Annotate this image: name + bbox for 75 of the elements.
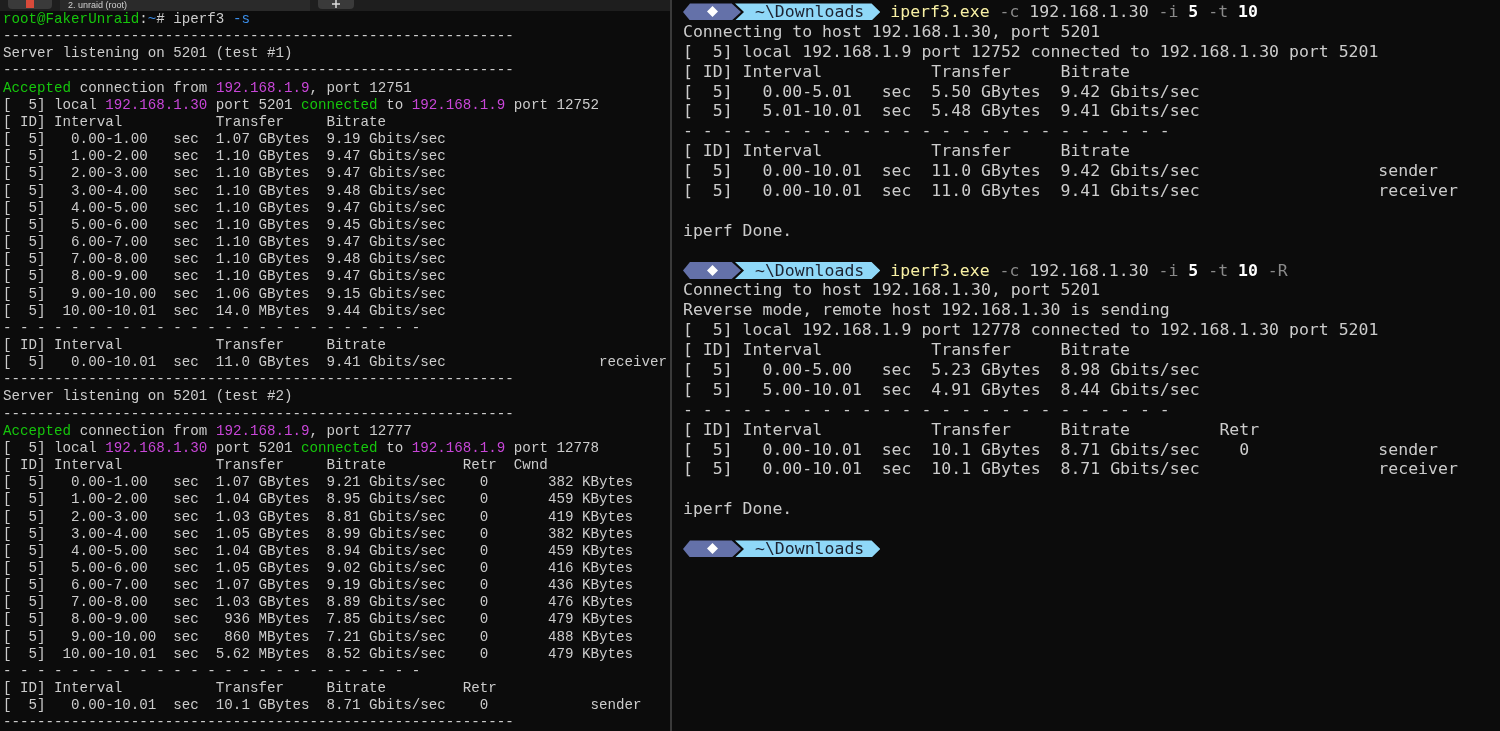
terminal-line: Accepted connection from 192.168.1.9, port 12751 — [3, 79, 413, 97]
terminal-line: root@FakerUnraid:~# iperf3 -s — [3, 11, 251, 29]
command-text: iperf3.exe -c 192.168.1.30 -i 5 -t 10 — [890, 2, 1258, 22]
plus-icon — [332, 0, 340, 8]
terminal-line: [ 5] 1.00-2.00 sec 1.04 GBytes 8.95 Gbits/sec 0 459 KBytes — [3, 491, 635, 509]
diamond-icon — [706, 543, 718, 555]
terminal-line: ------------------------------------------------------------ — [3, 62, 515, 80]
terminal-line: Connecting to host 192.168.1.30, port 5201 — [683, 280, 1102, 301]
terminal-line: [ ID] Interval Transfer Bitrate Retr — [3, 680, 498, 698]
terminal-line: [ 5] 0.00-1.00 sec 1.07 GBytes 9.21 Gbits/sec 0 382 KBytes — [3, 474, 635, 492]
terminal-line: [ 5] 1.00-2.00 sec 1.10 GBytes 9.47 Gbits/sec — [3, 148, 447, 166]
terminal-line: [ 5] local 192.168.1.30 port 5201 connected to 192.168.1.9 port 12752 — [3, 96, 600, 114]
terminal-line: [ 5] 0.00-1.00 sec 1.07 GBytes 9.19 Gbits/sec — [3, 131, 447, 149]
terminal-line: [ 5] 3.00-4.00 sec 1.05 GBytes 8.99 Gbits/sec 0 382 KBytes — [3, 525, 635, 543]
terminal-line: [ 5] 3.00-4.00 sec 1.10 GBytes 9.48 Gbits/sec — [3, 182, 447, 200]
terminal-line: [ 5] 6.00-7.00 sec 1.10 GBytes 9.47 Gbits/sec — [3, 234, 447, 252]
terminal-line: - - - - - - - - - - - - - - - - - - - - - - - - - — [3, 319, 422, 337]
terminal-line: [ ID] Interval Transfer Bitrate — [683, 340, 1132, 361]
terminal-line: [ 5] 5.00-6.00 sec 1.10 GBytes 9.45 Gbits/sec — [3, 216, 447, 235]
terminal-line: [ 5] 6.00-7.00 sec 1.07 GBytes 9.19 Gbits/sec 0 436 KBytes — [3, 577, 635, 595]
terminal-line: [ 5] 10.00-10.01 sec 14.0 MBytes 9.44 Gbits/sec — [3, 302, 447, 320]
terminal-line: [ 5] 8.00-9.00 sec 1.10 GBytes 9.47 Gbits/sec — [3, 268, 447, 286]
terminal-line: [ 5] 0.00-5.01 sec 5.50 GBytes 9.42 Gbits/sec — [683, 81, 1201, 102]
terminal-line: [ 5] 2.00-3.00 sec 1.03 GBytes 8.81 Gbits/sec 0 419 KBytes — [3, 508, 635, 526]
terminal-line: [ 5] local 192.168.1.9 port 12778 connected to 192.168.1.30 port 5201 — [683, 320, 1380, 341]
terminal-line: ------------------------------------------------------------ — [3, 371, 515, 389]
terminal-line: [ 5] 5.01-10.01 sec 5.48 GBytes 9.41 Gbits/sec — [683, 101, 1201, 122]
terminal-line: iperf Done. — [683, 220, 794, 241]
terminal-line: - - - - - - - - - - - - - - - - - - - - - - - - - — [683, 399, 1171, 420]
terminal-line: [ 5] 0.00-10.01 sec 10.1 GBytes 8.71 Gbits/sec 0 sender — [683, 439, 1439, 460]
terminal-line: [ 5] 2.00-3.00 sec 1.10 GBytes 9.47 Gbits/sec — [3, 165, 447, 183]
terminal-line: [ 5] 0.00-10.01 sec 10.1 GBytes 8.71 Gbits/sec receiver — [683, 459, 1459, 480]
command-text: iperf3.exe -c 192.168.1.30 -i 5 -t 10 -R — [890, 260, 1288, 281]
terminal-line: [ 5] 4.00-5.00 sec 1.04 GBytes 8.94 Gbits/sec 0 459 KBytes — [3, 542, 635, 560]
terminal-line: - - - - - - - - - - - - - - - - - - - - - - - - - — [3, 662, 422, 681]
terminal-line: [ 5] 7.00-8.00 sec 1.03 GBytes 8.89 Gbits/sec 0 476 KBytes — [3, 594, 635, 612]
terminal-line: ------------------------------------------------------------ — [3, 28, 515, 46]
path-segment: ~\Downloads — [735, 540, 881, 558]
terminal-line: [ ID] Interval Transfer Bitrate — [3, 336, 388, 355]
terminal-line: [ 5] local 192.168.1.9 port 12752 connected to 192.168.1.30 port 5201 — [683, 41, 1380, 62]
terminal-line: [ 5] 5.00-6.00 sec 1.05 GBytes 9.02 Gbits/sec 0 416 KBytes — [3, 560, 635, 578]
terminal-line: [ 5] 0.00-10.01 sec 11.0 GBytes 9.41 Gbits/sec receiver — [683, 181, 1459, 201]
terminal-line: [ ID] Interval Transfer Bitrate — [683, 141, 1132, 162]
terminal-line: [ 5] local 192.168.1.30 port 5201 connected to 192.168.1.9 port 12778 — [3, 439, 600, 458]
terminal-line: [ 5] 5.00-10.01 sec 4.91 GBytes 8.44 Gbits/sec — [683, 379, 1201, 400]
terminal-line: ------------------------------------------------------------ — [3, 405, 515, 423]
path-segment: ~\Downloads — [735, 3, 881, 21]
terminal-line: [ 5] 0.00-10.01 sec 11.0 GBytes 9.41 Gbits/sec receiver — [3, 354, 669, 372]
diamond-icon — [706, 6, 718, 18]
diamond-icon — [706, 265, 718, 276]
terminal-line: ------------------------------------------------------------ — [3, 714, 515, 731]
terminal-line: [ 5] 0.00-10.01 sec 11.0 GBytes 9.42 Gbits/sec sender — [683, 161, 1439, 181]
terminal-line: [ 5] 8.00-9.00 sec 936 MBytes 7.85 Gbits/sec 0 479 KBytes — [3, 611, 635, 629]
terminal-line: [ 5] 0.00-5.00 sec 5.23 GBytes 8.98 Gbits/sec — [683, 360, 1201, 380]
path-segment: ~\Downloads — [735, 262, 881, 279]
terminal-line: Accepted connection from 192.168.1.9, port 12777 — [3, 422, 413, 440]
terminal-line: [ 5] 10.00-10.01 sec 5.62 MBytes 8.52 Gbits/sec 0 479 KBytes — [3, 645, 635, 663]
terminal-line: - - - - - - - - - - - - - - - - - - - - - - - - - — [683, 121, 1171, 142]
terminal-line: [ 5] 4.00-5.00 sec 1.10 GBytes 9.47 Gbits/sec — [3, 199, 447, 217]
terminal-line: [ ID] Interval Transfer Bitrate Retr Cwnd — [3, 457, 549, 475]
terminal-line: Server listening on 5201 (test #1) — [3, 45, 294, 63]
terminal-line: Connecting to host 192.168.1.30, port 5201 — [683, 21, 1102, 42]
session-tab[interactable]: 2. unraid (root) — [60, 0, 310, 11]
terminal-line: [ 5] 9.00-10.00 sec 1.06 GBytes 9.15 Gbits/sec — [3, 285, 447, 303]
terminal-line: [ 5] 9.00-10.00 sec 860 MBytes 7.21 Gbits/sec 0 488 KBytes — [3, 628, 635, 646]
terminal-line: Server listening on 5201 (test #2) — [3, 388, 294, 406]
new-tab-button[interactable] — [318, 0, 354, 9]
terminal-line: iperf Done. — [683, 499, 794, 520]
terminal-line: [ 5] 7.00-8.00 sec 1.10 GBytes 9.48 Gbits/sec — [3, 251, 447, 269]
home-tab[interactable] — [8, 0, 52, 9]
terminal-line: [ ID] Interval Transfer Bitrate — [683, 61, 1132, 82]
terminal-line: [ ID] Interval Transfer Bitrate Retr — [683, 419, 1261, 440]
terminal-line: [ 5] 0.00-10.01 sec 10.1 GBytes 8.71 Gbits/sec 0 sender — [3, 697, 643, 715]
terminal-line: [ ID] Interval Transfer Bitrate — [3, 113, 388, 132]
terminal-line: Reverse mode, remote host 192.168.1.30 is sending — [683, 300, 1171, 321]
